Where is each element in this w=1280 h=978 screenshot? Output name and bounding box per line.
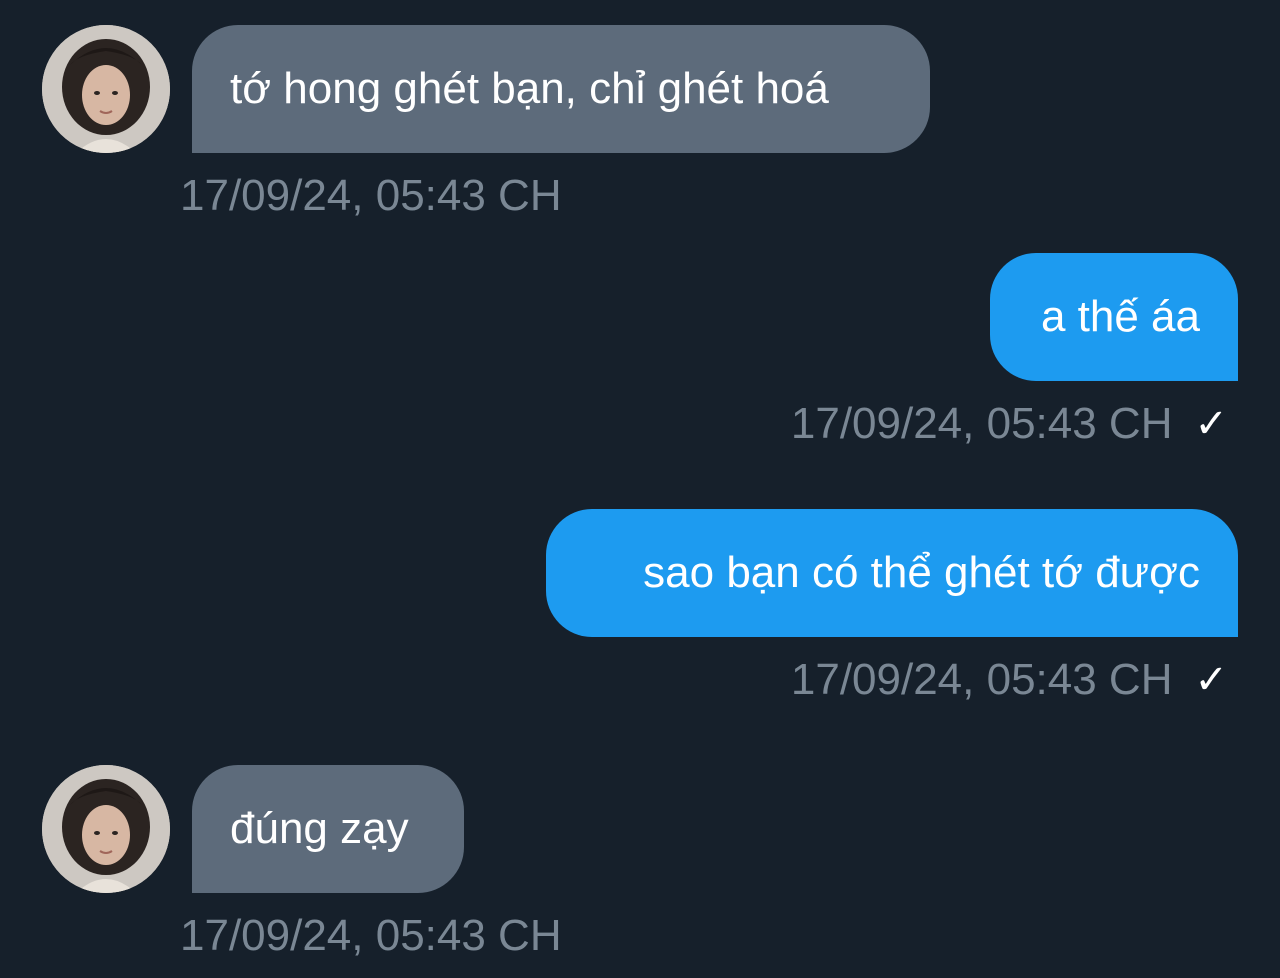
incoming-message-bubble[interactable]: tớ hong ghét bạn, chỉ ghét hoá: [192, 25, 930, 153]
contact-avatar[interactable]: [42, 25, 170, 153]
message-timestamp: 17/09/24, 05:43 CH: [180, 168, 562, 224]
message-text: sao bạn có thể ghét tớ được: [643, 548, 1200, 597]
timestamp-text: 17/09/24, 05:43 CH: [180, 911, 562, 960]
message-timestamp: 17/09/24, 05:43 CH ✓: [791, 652, 1228, 708]
incoming-message-bubble[interactable]: đúng zạy: [192, 765, 464, 893]
outgoing-message-bubble[interactable]: a thế áa: [990, 253, 1238, 381]
message-timestamp: 17/09/24, 05:43 CH ✓: [791, 396, 1228, 452]
timestamp-text: 17/09/24, 05:43 CH: [790, 655, 1173, 704]
timestamp-text: 17/09/24, 05:43 CH: [790, 399, 1173, 448]
contact-avatar-image: [42, 25, 170, 153]
message-text: tớ hong ghét bạn, chỉ ghét hoá: [230, 64, 829, 113]
contact-avatar[interactable]: [42, 765, 170, 893]
message-text: đúng zạy: [230, 804, 409, 853]
outgoing-message-bubble[interactable]: sao bạn có thể ghét tớ được: [546, 509, 1238, 637]
conversation-view: tớ hong ghét bạn, chỉ ghét hoá 17/09/24,…: [0, 0, 1280, 978]
message-text: a thế áa: [1040, 292, 1200, 341]
sent-check-icon: ✓: [1194, 402, 1228, 446]
timestamp-text: 17/09/24, 05:43 CH: [180, 171, 562, 220]
message-timestamp: 17/09/24, 05:43 CH: [180, 908, 562, 964]
contact-avatar-image: [42, 765, 170, 893]
sent-check-icon: ✓: [1194, 658, 1228, 702]
